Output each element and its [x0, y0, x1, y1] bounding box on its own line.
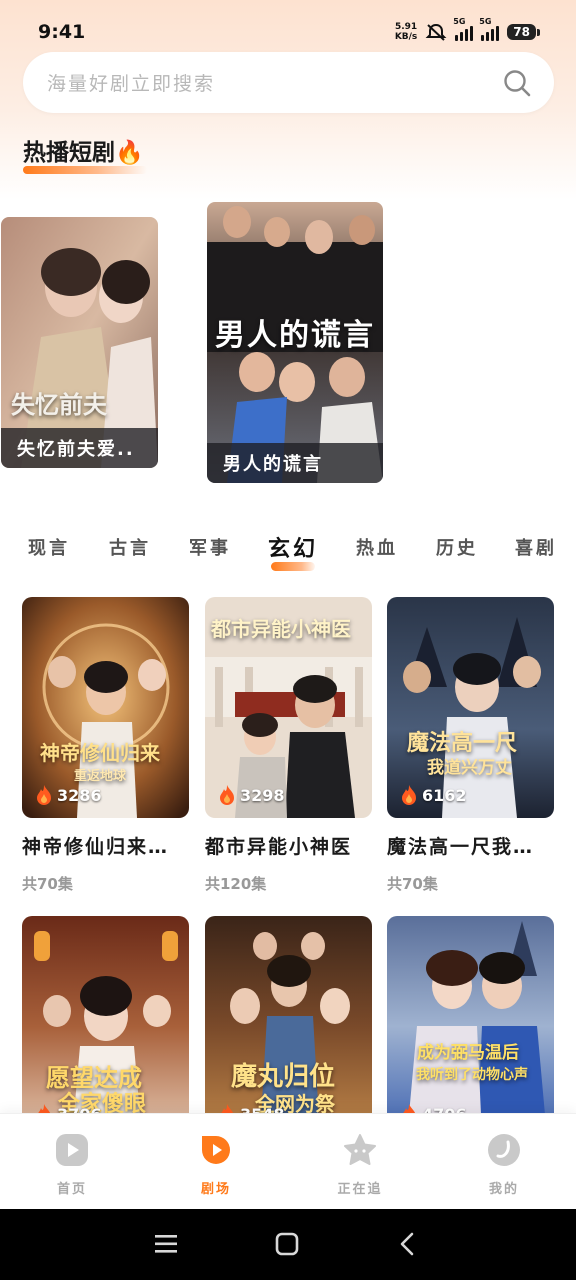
drama-poster[interactable]: 神帝修仙归来 重返地球 3286	[22, 597, 189, 818]
signal-icon: 5G	[479, 17, 500, 41]
drama-poster[interactable]: 成为弼马温后 我听到了动物心声 4706	[387, 916, 554, 1137]
tab-guyan[interactable]: 古言	[109, 534, 151, 560]
nav-label: 首页	[56, 1182, 87, 1197]
nav-profile[interactable]: 我的	[464, 1132, 544, 1197]
profile-icon	[488, 1134, 520, 1166]
section-title: 热播短剧🔥	[23, 140, 144, 166]
episode-count: 共70集	[22, 875, 73, 893]
signal-icon: 5G	[453, 17, 474, 41]
nav-theater[interactable]: 剧场	[176, 1132, 256, 1197]
network-speed: 5.91 KB/s	[394, 22, 418, 42]
recent-apps-icon[interactable]	[154, 1233, 178, 1255]
episode-count: 共120集	[205, 875, 267, 893]
search-icon[interactable]	[502, 68, 532, 98]
poster-title-art: 失忆前夫	[11, 391, 107, 419]
play-icon	[56, 1134, 88, 1166]
poster-subtitle-art: 重返地球	[74, 769, 127, 784]
mute-icon	[425, 23, 447, 41]
status-time: 9:41	[38, 21, 86, 43]
system-navigation-bar	[0, 1209, 576, 1280]
fire-icon	[220, 785, 234, 805]
drama-card[interactable]: 魔法高一尺 我道兴万丈 6162 魔法高一尺我… 共70集	[387, 597, 554, 894]
section-title-underline	[23, 166, 147, 174]
drama-poster[interactable]: 魔丸归位 全网为祭 3548	[205, 916, 372, 1137]
hot-drama-caption: 失忆前夫爱..	[1, 428, 158, 468]
nav-home[interactable]: 首页	[32, 1132, 112, 1197]
battery-icon: 78	[507, 24, 540, 40]
drama-poster[interactable]: 愿望达成 全家傻眼 3706	[22, 916, 189, 1137]
heat-count: 6162	[399, 784, 467, 806]
star-icon	[344, 1134, 376, 1165]
hot-drama-caption: 男人的谎言	[207, 443, 383, 483]
nav-following[interactable]: 正在追	[320, 1132, 400, 1197]
heat-count: 3286	[34, 784, 102, 806]
search-input[interactable]: 海量好剧立即搜索	[23, 52, 554, 113]
nav-label: 正在追	[337, 1182, 383, 1197]
search-placeholder: 海量好剧立即搜索	[47, 73, 216, 95]
category-tabs: 现言 古言 军事 玄幻 热血 历史 喜剧	[0, 524, 576, 574]
active-tab-indicator	[271, 562, 315, 571]
poster-title-art: 男人的谎言	[215, 318, 375, 353]
tab-rexue[interactable]: 热血	[356, 534, 398, 560]
tab-lishi[interactable]: 历史	[436, 534, 478, 560]
drama-card[interactable]: 都市异能小神医 3298 都市异能小神医 共120集	[205, 597, 372, 894]
drama-title: 神帝修仙归来…	[22, 836, 170, 858]
status-indicators: 5.91 KB/s 5G 5G 78	[394, 17, 540, 42]
drama-poster[interactable]: 都市异能小神医 3298	[205, 597, 372, 818]
fire-icon	[402, 785, 416, 805]
poster-subtitle-art: 我听到了动物心声	[416, 1067, 528, 1083]
hot-drama-card[interactable]: 男人的谎言 男人的谎言	[207, 202, 383, 483]
tab-junshi[interactable]: 军事	[189, 534, 231, 560]
drama-title: 魔法高一尺我…	[387, 836, 535, 858]
poster-title-art: 都市异能小神医	[211, 617, 351, 641]
poster-title-art: 成为弼马温后	[417, 1043, 519, 1063]
poster-title-art: 神帝修仙归来	[40, 741, 160, 765]
tab-xiju[interactable]: 喜剧	[515, 534, 557, 560]
fire-icon	[37, 785, 51, 805]
tab-xianyan[interactable]: 现言	[28, 534, 70, 560]
drama-card[interactable]: 神帝修仙归来 重返地球 3286 神帝修仙归来… 共70集	[22, 597, 189, 894]
episode-count: 共70集	[387, 875, 438, 893]
hot-drama-card[interactable]: 失忆前夫 失忆前夫爱..	[1, 217, 158, 468]
poster-subtitle-art: 我道兴万丈	[427, 758, 512, 778]
tab-xuanhuan[interactable]: 玄幻	[268, 531, 318, 563]
back-icon[interactable]	[398, 1232, 416, 1256]
drama-poster[interactable]: 魔法高一尺 我道兴万丈 6162	[387, 597, 554, 818]
nav-label: 我的	[488, 1182, 519, 1197]
home-icon[interactable]	[275, 1232, 299, 1256]
heat-count: 3298	[217, 784, 285, 806]
drama-title: 都市异能小神医	[205, 836, 353, 858]
theater-icon	[202, 1136, 230, 1164]
nav-label: 剧场	[200, 1182, 231, 1197]
bottom-navigation: 首页 剧场 正在追 我的	[0, 1113, 576, 1209]
